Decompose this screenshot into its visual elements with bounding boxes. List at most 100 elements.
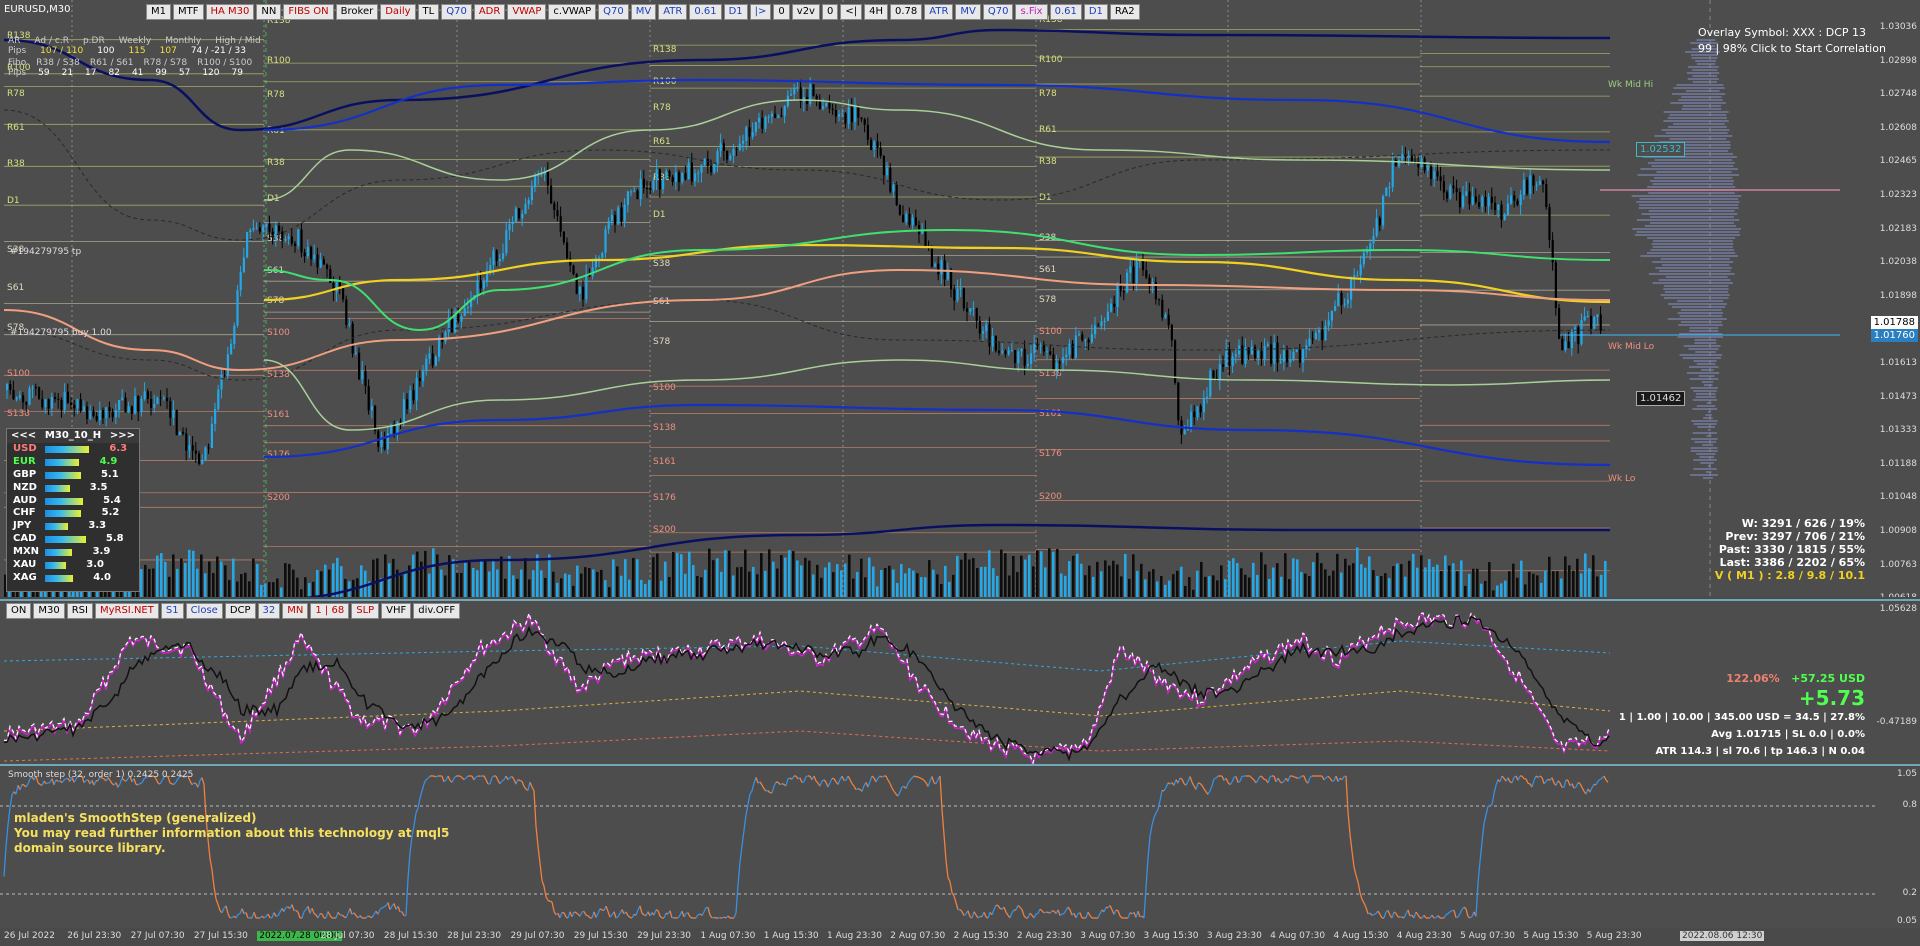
volume-bar <box>744 549 747 597</box>
volume-bar <box>808 560 811 597</box>
volume-bar <box>728 550 731 597</box>
time-axis-label: 3 Aug 23:30 <box>1206 931 1262 941</box>
toolbar-button-1[interactable]: M30 <box>33 603 65 619</box>
toolbar-button-26[interactable]: Q70 <box>982 4 1014 20</box>
candle-body <box>866 124 869 140</box>
toolbar-button-11[interactable]: VHF <box>381 603 412 619</box>
volume-bar <box>1016 572 1019 597</box>
price-level-box-a[interactable]: 1.02532 <box>1636 142 1686 157</box>
fibo-pips-v0: 59 <box>38 68 50 78</box>
toolbar-button-2[interactable]: RSI <box>66 603 93 619</box>
toolbar-button-10[interactable]: SLP <box>351 603 380 619</box>
candle-body <box>1324 325 1327 341</box>
strength-next-button[interactable]: >>> <box>110 429 135 443</box>
rsi-oscillator-pane[interactable]: ON M30 RSI MyRSI.NET S1 Close DCP 32 MN 1 | 68 SLP… <box>0 599 1920 764</box>
smoothstep-segment <box>887 779 891 784</box>
toolbar-button-6[interactable]: Daily <box>380 4 416 20</box>
smoothstep-segment <box>1303 775 1307 782</box>
toolbar-button-10[interactable]: VWAP <box>507 4 547 20</box>
toolbar-button-2[interactable]: HA M30 <box>205 4 255 20</box>
toolbar-button-4[interactable]: S1 <box>160 603 184 619</box>
fibo-header-100: R100 / S100 <box>197 58 253 68</box>
toolbar-button-8[interactable]: Q70 <box>441 4 472 20</box>
main-chart-pane[interactable]: R138R100R78R61R38D1S38S61S78S100S138S161… <box>0 0 1920 597</box>
correlation-link[interactable]: 99 | 98% Click to Start Correlation <box>1698 42 1886 55</box>
candle-body <box>114 410 117 418</box>
toolbar-button-23[interactable]: 0.78 <box>890 4 923 20</box>
candle-body <box>652 180 655 190</box>
volume-bar <box>1276 563 1279 597</box>
toolbar-button-4[interactable]: FIBS ON <box>283 4 334 20</box>
candle-body <box>1487 196 1490 207</box>
toolbar-button-19[interactable]: v2v <box>791 4 820 20</box>
toolbar-button-20[interactable]: 0 <box>821 4 839 20</box>
toolbar-button-5[interactable]: Close <box>185 603 223 619</box>
toolbar-button-7[interactable]: 32 <box>257 603 281 619</box>
toolbar-button-17[interactable]: |> <box>749 4 772 20</box>
toolbar-button-11[interactable]: c.VWAP <box>548 4 597 20</box>
toolbar-button-6[interactable]: DCP <box>224 603 256 619</box>
volume-bar <box>1388 578 1391 597</box>
smoothstep-segment <box>951 892 955 897</box>
toolbar-button-7[interactable]: TL <box>417 4 440 20</box>
candle-body <box>1282 350 1285 362</box>
candle-body <box>700 165 703 173</box>
candle-body <box>831 108 834 110</box>
volume-bar <box>940 583 943 597</box>
toolbar-button-25[interactable]: MV <box>955 4 981 20</box>
toolbar-button-12[interactable]: Q70 <box>598 4 629 20</box>
smoothstep-segment <box>1085 911 1089 919</box>
toolbar-button-9[interactable]: ADR <box>473 4 506 20</box>
price-level-box-b[interactable]: 1.01462 <box>1636 391 1686 406</box>
smoothstep-segment <box>635 909 639 916</box>
candle-body <box>306 247 309 257</box>
toolbar-button-30[interactable]: RA2 <box>1109 4 1140 20</box>
toolbar-button-0[interactable]: ON <box>6 603 32 619</box>
smoothstep-segment <box>263 916 267 919</box>
toolbar-button-15[interactable]: 0.61 <box>689 4 722 20</box>
candle-body <box>1516 200 1519 205</box>
smoothstep-segment <box>137 783 141 786</box>
smoothstep-segment <box>1347 812 1351 835</box>
smoothstep-segment <box>1591 784 1595 789</box>
time-axis-label: 5 Aug 15:30 <box>1523 931 1579 941</box>
smoothstep-segment <box>799 777 803 783</box>
toolbar-button-27[interactable]: s.Fix <box>1015 4 1048 20</box>
toolbar-button-24[interactable]: ATR <box>924 4 954 20</box>
candle-body <box>841 113 844 115</box>
volume-bar <box>860 558 863 597</box>
toolbar-button-21[interactable]: <| <box>840 4 863 20</box>
toolbar-button-18[interactable]: 0 <box>773 4 790 20</box>
time-axis-label: 26 Jul 2022 <box>4 931 55 941</box>
smoothstep-pane[interactable]: Smooth step (32, order 1) 0.2425 0.2425 … <box>0 764 1920 928</box>
smoothstep-segment <box>1221 775 1225 781</box>
smoothstep-segment <box>1525 778 1529 784</box>
toolbar-button-16[interactable]: D1 <box>723 4 748 20</box>
toolbar-button-29[interactable]: D1 <box>1083 4 1108 20</box>
toolbar-button-5[interactable]: Broker <box>335 4 379 20</box>
fib-level-label: D1 <box>7 196 20 206</box>
toolbar-button-3[interactable]: NN <box>256 4 282 20</box>
volume-bar <box>1140 563 1143 597</box>
candle-body <box>1228 348 1231 367</box>
toolbar-button-1[interactable]: MTF <box>173 4 204 20</box>
toolbar-button-9[interactable]: 1 | 68 <box>310 603 350 619</box>
strength-prev-button[interactable]: <<< <box>11 429 36 443</box>
smoothstep-segment <box>521 781 525 787</box>
toolbar-button-3[interactable]: MyRSI.NET <box>94 603 159 619</box>
toolbar-button-22[interactable]: 4H <box>864 4 888 20</box>
volume-bar <box>832 572 835 597</box>
smoothstep-segment <box>1447 911 1451 915</box>
oscillator-toolbar: ON M30 RSI MyRSI.NET S1 Close DCP 32 MN 1 | 68 SLP… <box>6 603 461 619</box>
volume-bar <box>640 579 643 597</box>
toolbar-button-8[interactable]: MN <box>282 603 309 619</box>
toolbar-button-14[interactable]: ATR <box>658 4 688 20</box>
toolbar-button-0[interactable]: M1 <box>146 4 171 20</box>
toolbar-button-28[interactable]: 0.61 <box>1049 4 1082 20</box>
top-toolbar: M1 MTF HA M30 NN FIBS ON Broker Daily TL Q70 ADR V… <box>146 4 1140 20</box>
volume-bar <box>888 565 891 597</box>
toolbar-button-12[interactable]: div.OFF <box>413 603 461 619</box>
time-axis-label: 3 Aug 15:30 <box>1143 931 1199 941</box>
toolbar-button-13[interactable]: MV <box>630 4 657 20</box>
volume-bar <box>1204 576 1207 597</box>
